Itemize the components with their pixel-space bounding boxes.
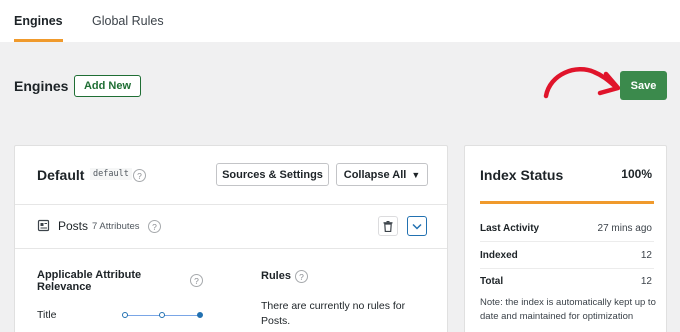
collapse-all-button[interactable]: Collapse All ▼ bbox=[336, 163, 428, 186]
page-title: Engines bbox=[14, 78, 69, 94]
engine-code: default bbox=[90, 168, 132, 180]
rules-empty-text: There are currently no rules for Posts. bbox=[261, 300, 406, 327]
delete-source-button[interactable] bbox=[378, 216, 398, 236]
attribute-relevance-heading: Applicable Attribute Relevance bbox=[37, 269, 142, 293]
annotation-arrow-icon bbox=[543, 67, 621, 99]
trash-icon bbox=[383, 220, 393, 232]
divider bbox=[15, 248, 447, 249]
sources-settings-button[interactable]: Sources & Settings bbox=[216, 163, 329, 186]
help-icon[interactable]: ? bbox=[190, 274, 203, 287]
help-icon[interactable]: ? bbox=[295, 270, 308, 283]
divider bbox=[480, 241, 654, 242]
help-icon[interactable]: ? bbox=[148, 220, 161, 233]
slider-step[interactable] bbox=[122, 312, 128, 318]
expand-source-button[interactable] bbox=[407, 216, 427, 236]
help-icon[interactable]: ? bbox=[133, 169, 146, 182]
divider bbox=[15, 204, 447, 205]
slider-step[interactable] bbox=[159, 312, 165, 318]
rules-heading: Rules bbox=[261, 270, 291, 282]
index-progress-fill bbox=[480, 201, 654, 204]
engine-name: Default bbox=[37, 167, 85, 183]
attribute-label: Title bbox=[37, 309, 57, 321]
slider-handle[interactable] bbox=[197, 312, 203, 318]
index-status-title: Index Status bbox=[480, 167, 564, 183]
stat-value-last-activity: 27 mins ago bbox=[597, 223, 652, 234]
stat-label-indexed: Indexed bbox=[480, 250, 518, 261]
save-button[interactable]: Save bbox=[620, 71, 667, 100]
engine-card: Default default ? Sources & Settings Col… bbox=[14, 145, 448, 332]
collapse-all-label: Collapse All bbox=[343, 168, 407, 181]
stat-value-indexed: 12 bbox=[640, 250, 652, 261]
source-name: Posts bbox=[58, 219, 89, 233]
index-status-card: Index Status 100% Last Activity 27 mins … bbox=[464, 145, 667, 332]
chevron-down-icon bbox=[412, 223, 422, 230]
post-document-icon bbox=[37, 219, 50, 232]
divider bbox=[480, 268, 654, 269]
stat-label-total: Total bbox=[480, 276, 504, 287]
index-status-percent: 100% bbox=[621, 167, 652, 181]
chevron-down-icon: ▼ bbox=[411, 169, 421, 180]
tab-engines[interactable]: Engines bbox=[14, 0, 63, 42]
source-attributes-count: 7 Attributes bbox=[92, 221, 140, 232]
stat-value-total: 12 bbox=[640, 276, 652, 287]
add-new-button[interactable]: Add New bbox=[74, 75, 141, 97]
stat-label-last-activity: Last Activity bbox=[480, 223, 540, 234]
index-progress-bar bbox=[480, 201, 654, 204]
top-tab-bar: Engines Global Rules bbox=[0, 0, 680, 42]
index-note: Note: the index is automatically kept up… bbox=[480, 297, 656, 322]
tab-global-rules[interactable]: Global Rules bbox=[92, 0, 164, 42]
